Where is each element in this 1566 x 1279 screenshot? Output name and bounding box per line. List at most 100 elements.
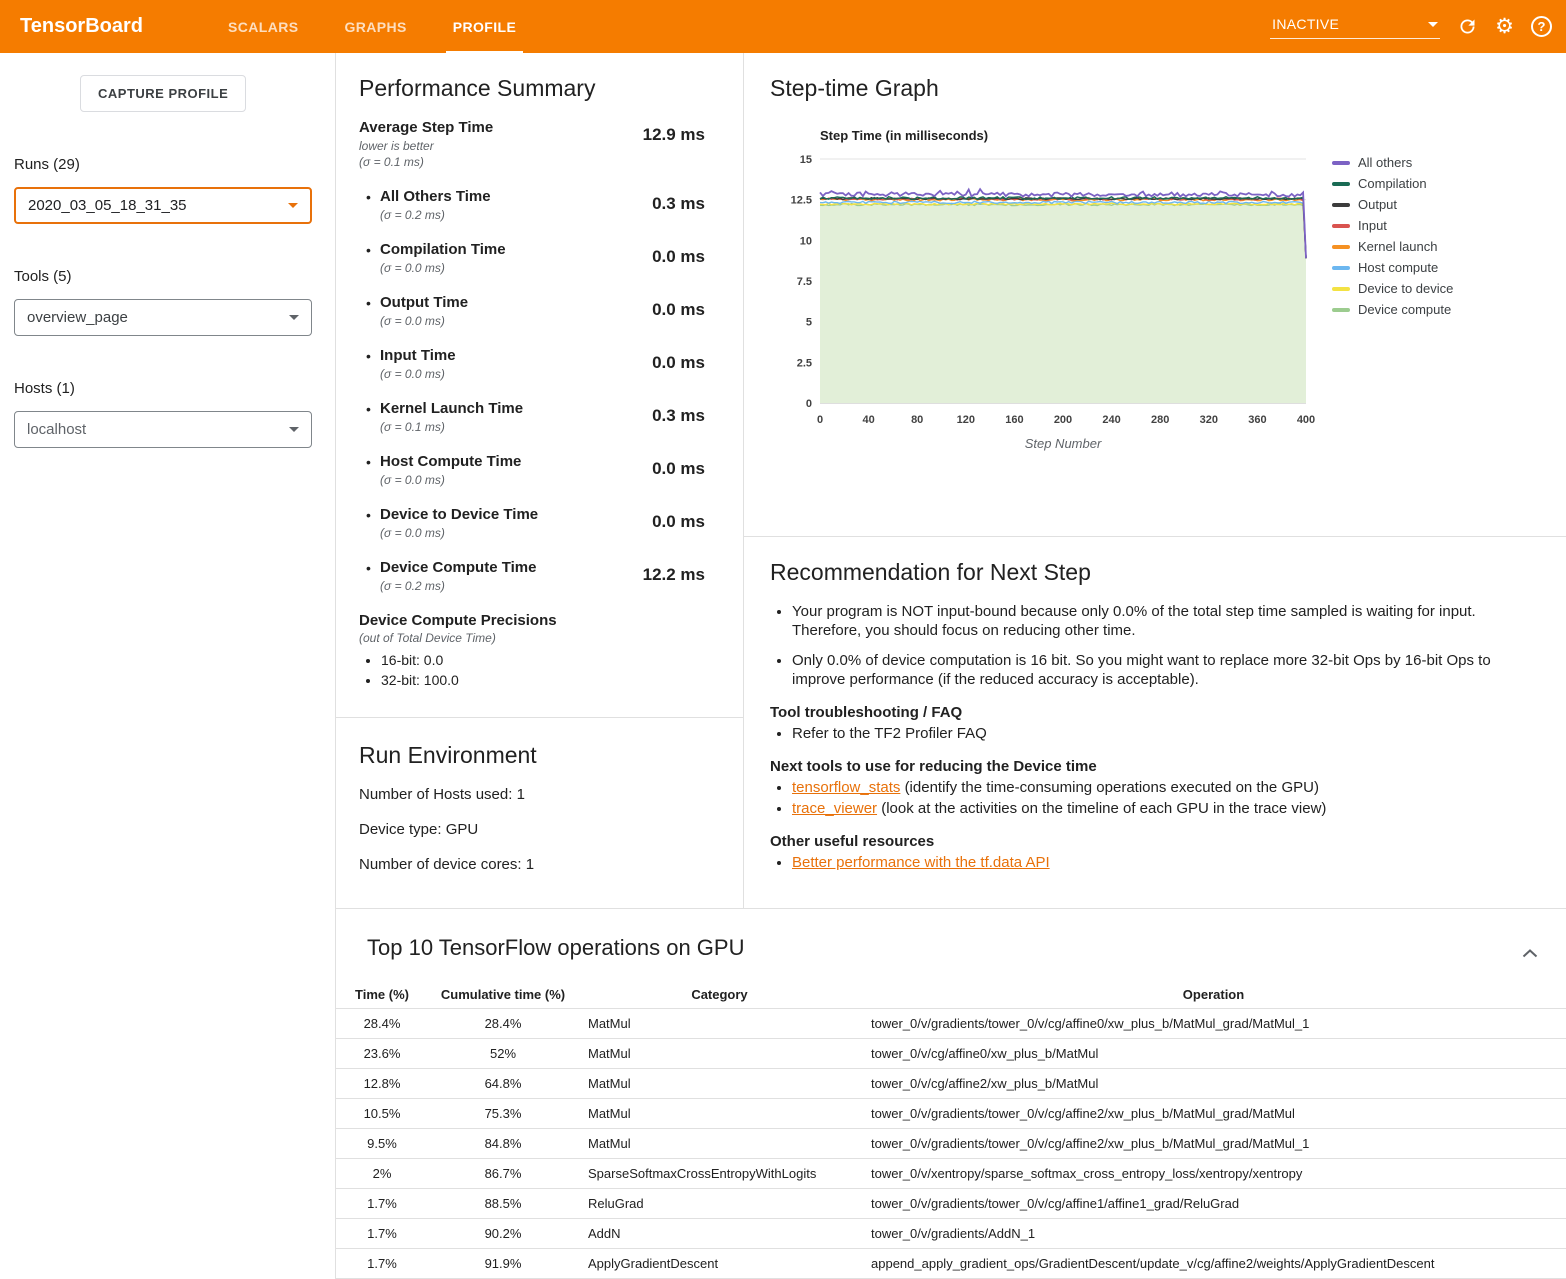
perf-item-note: lower is better bbox=[359, 138, 633, 154]
refresh-icon[interactable] bbox=[1457, 16, 1478, 37]
table-row: 10.5%75.3%MatMultower_0/v/gradients/towe… bbox=[336, 1099, 1566, 1129]
legend-swatch bbox=[1332, 161, 1350, 165]
svg-text:160: 160 bbox=[1005, 414, 1023, 426]
app-title[interactable]: TensorBoard bbox=[20, 15, 143, 38]
perf-item-sigma: (σ = 0.2 ms) bbox=[380, 578, 633, 594]
status-select-value: INACTIVE bbox=[1272, 16, 1339, 32]
rec-item-text: Refer to the TF2 Profiler FAQ bbox=[792, 725, 987, 742]
rec-link[interactable]: Better performance with the tf.data API bbox=[792, 854, 1050, 871]
table-cell: tower_0/v/gradients/AddN_1 bbox=[861, 1219, 1566, 1249]
svg-text:320: 320 bbox=[1200, 414, 1218, 426]
svg-text:280: 280 bbox=[1151, 414, 1169, 426]
recommendation-subsections: Tool troubleshooting / FAQ Refer to the … bbox=[770, 704, 1526, 872]
legend-item: Kernel launch bbox=[1332, 236, 1453, 257]
tools-select[interactable]: overview_page bbox=[14, 299, 312, 336]
table-cell: 90.2% bbox=[428, 1219, 578, 1249]
tab-graphs[interactable]: GRAPHS bbox=[321, 0, 429, 53]
bullet-icon: • bbox=[359, 187, 380, 223]
hosts-select[interactable]: localhost bbox=[14, 411, 312, 448]
performance-summary-list: • Average Step Time lower is better (σ =… bbox=[359, 118, 705, 594]
svg-text:240: 240 bbox=[1102, 414, 1120, 426]
perf-item-value: 12.9 ms bbox=[633, 125, 705, 170]
collapse-chevron-icon[interactable] bbox=[1522, 945, 1538, 963]
bullet-icon: • bbox=[359, 399, 380, 435]
chart-title: Step Time (in milliseconds) bbox=[820, 128, 1316, 143]
perf-item-value: 0.0 ms bbox=[633, 459, 705, 488]
recommendation-bullets: Your program is NOT input-bound because … bbox=[770, 602, 1526, 689]
table-cell: tower_0/v/gradients/tower_0/v/cg/affine0… bbox=[861, 1009, 1566, 1039]
app-header: TensorBoard SCALARS GRAPHS PROFILE INACT… bbox=[0, 0, 1566, 53]
legend-swatch bbox=[1332, 224, 1350, 228]
svg-text:80: 80 bbox=[911, 414, 923, 426]
run-environment-title: Run Environment bbox=[359, 742, 720, 769]
settings-gear-icon[interactable]: ⚙ bbox=[1495, 16, 1514, 37]
rec-link[interactable]: trace_viewer bbox=[792, 800, 877, 817]
table-cell: ReluGrad bbox=[578, 1189, 861, 1219]
table-cell: tower_0/v/gradients/tower_0/v/cg/affine1… bbox=[861, 1189, 1566, 1219]
rec-link[interactable]: tensorflow_stats bbox=[792, 779, 900, 796]
step-time-chart: Step Time (in milliseconds) 02.557.51012… bbox=[770, 128, 1542, 458]
table-row: 1.7%88.5%ReluGradtower_0/v/gradients/tow… bbox=[336, 1189, 1566, 1219]
run-environment-lines: Number of Hosts used: 1Device type: GPUN… bbox=[359, 785, 720, 874]
table-cell: 84.8% bbox=[428, 1129, 578, 1159]
table-cell: AddN bbox=[578, 1219, 861, 1249]
svg-text:15: 15 bbox=[800, 154, 812, 166]
status-select[interactable]: INACTIVE bbox=[1270, 14, 1440, 39]
legend-label: Input bbox=[1358, 218, 1387, 233]
table-cell: 86.7% bbox=[428, 1159, 578, 1189]
perf-item-value: 0.0 ms bbox=[633, 512, 705, 541]
legend-label: All others bbox=[1358, 155, 1412, 170]
tools-label: Tools (5) bbox=[14, 268, 335, 285]
table-cell: 75.3% bbox=[428, 1099, 578, 1129]
device-compute-precisions: Device Compute Precisions (out of Total … bbox=[359, 611, 705, 690]
runs-select-value: 2020_03_05_18_31_35 bbox=[28, 197, 187, 214]
table-cell: 10.5% bbox=[336, 1099, 428, 1129]
table-cell: 52% bbox=[428, 1039, 578, 1069]
run-env-line: Number of device cores: 1 bbox=[359, 855, 720, 874]
table-cell: 1.7% bbox=[336, 1189, 428, 1219]
svg-text:40: 40 bbox=[862, 414, 874, 426]
svg-text:7.5: 7.5 bbox=[797, 276, 812, 288]
table-cell: MatMul bbox=[578, 1009, 861, 1039]
capture-profile-button[interactable]: CAPTURE PROFILE bbox=[80, 75, 246, 112]
bullet-icon: • bbox=[359, 558, 380, 594]
table-row: 9.5%84.8%MatMultower_0/v/gradients/tower… bbox=[336, 1129, 1566, 1159]
svg-text:0: 0 bbox=[817, 414, 823, 426]
perf-summary-item: • Average Step Time lower is better (σ =… bbox=[359, 118, 705, 170]
table-cell: MatMul bbox=[578, 1129, 861, 1159]
bullet-icon: • bbox=[359, 293, 380, 329]
col-header-category: Category bbox=[578, 981, 861, 1009]
perf-item-value: 0.0 ms bbox=[633, 353, 705, 382]
table-cell: MatMul bbox=[578, 1099, 861, 1129]
perf-item-sigma: (σ = 0.0 ms) bbox=[380, 260, 633, 276]
runs-select[interactable]: 2020_03_05_18_31_35 bbox=[14, 187, 312, 224]
perf-item-value: 0.0 ms bbox=[633, 300, 705, 329]
table-header-row: Time (%) Cumulative time (%) Category Op… bbox=[336, 981, 1566, 1009]
legend-label: Compilation bbox=[1358, 176, 1427, 191]
rec-section: Next tools to use for reducing the Devic… bbox=[770, 758, 1526, 818]
perf-item-sigma: (σ = 0.1 ms) bbox=[380, 419, 633, 435]
table-cell: 9.5% bbox=[336, 1129, 428, 1159]
help-icon[interactable]: ? bbox=[1531, 16, 1552, 37]
table-row: 1.7%90.2%AddNtower_0/v/gradients/AddN_1 bbox=[336, 1219, 1566, 1249]
table-row: 12.8%64.8%MatMultower_0/v/cg/affine2/xw_… bbox=[336, 1069, 1566, 1099]
legend-swatch bbox=[1332, 308, 1350, 312]
tab-scalars[interactable]: SCALARS bbox=[205, 0, 321, 53]
perf-item-sigma: (σ = 0.0 ms) bbox=[380, 366, 633, 382]
performance-summary-title: Performance Summary bbox=[359, 75, 705, 102]
precision-item: 32-bit: 100.0 bbox=[381, 670, 705, 690]
rec-section: Other useful resources Better performanc… bbox=[770, 833, 1526, 872]
legend-swatch bbox=[1332, 182, 1350, 186]
performance-summary-section: Performance Summary • Average Step Time … bbox=[336, 53, 743, 718]
precisions-title: Device Compute Precisions bbox=[359, 611, 705, 631]
perf-summary-item: • Device to Device Time (σ = 0.0 ms) 0.0… bbox=[359, 505, 705, 541]
table-cell: MatMul bbox=[578, 1069, 861, 1099]
table-cell: 28.4% bbox=[336, 1009, 428, 1039]
tab-profile[interactable]: PROFILE bbox=[430, 0, 539, 53]
step-time-line-chart: 02.557.51012.515040801201602002402803203… bbox=[770, 151, 1316, 453]
perf-summary-item: • All Others Time (σ = 0.2 ms) 0.3 ms bbox=[359, 187, 705, 223]
table-cell: 2% bbox=[336, 1159, 428, 1189]
bullet-icon: • bbox=[359, 346, 380, 382]
svg-text:200: 200 bbox=[1054, 414, 1072, 426]
perf-item-value: 0.0 ms bbox=[633, 247, 705, 276]
